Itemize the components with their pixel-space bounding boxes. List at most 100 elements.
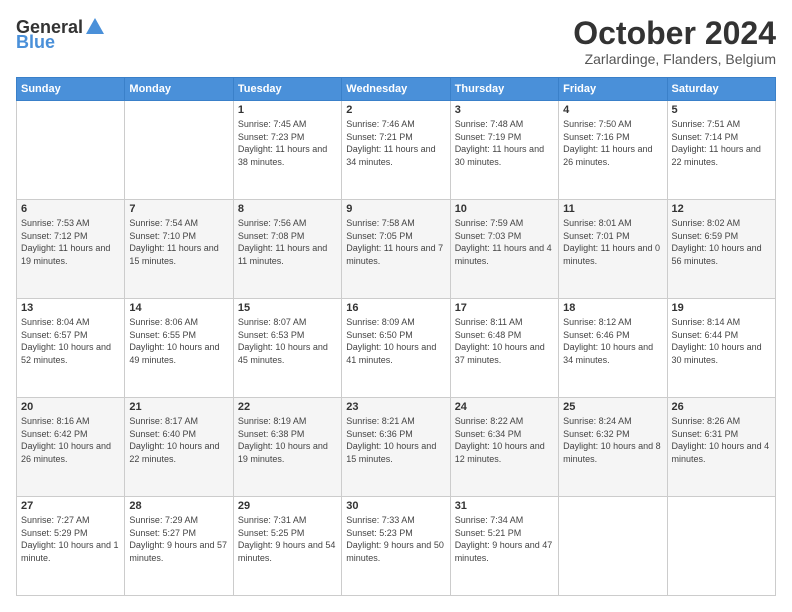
day-info: Sunrise: 8:06 AM Sunset: 6:55 PM Dayligh… xyxy=(129,316,228,366)
calendar-week-row: 13Sunrise: 8:04 AM Sunset: 6:57 PM Dayli… xyxy=(17,299,776,398)
day-number: 11 xyxy=(563,203,662,215)
table-row: 7Sunrise: 7:54 AM Sunset: 7:10 PM Daylig… xyxy=(125,200,233,299)
calendar-header-row: Sunday Monday Tuesday Wednesday Thursday… xyxy=(17,78,776,101)
table-row: 17Sunrise: 8:11 AM Sunset: 6:48 PM Dayli… xyxy=(450,299,558,398)
day-info: Sunrise: 8:02 AM Sunset: 6:59 PM Dayligh… xyxy=(672,217,771,267)
col-monday: Monday xyxy=(125,78,233,101)
day-info: Sunrise: 8:07 AM Sunset: 6:53 PM Dayligh… xyxy=(238,316,337,366)
day-info: Sunrise: 7:33 AM Sunset: 5:23 PM Dayligh… xyxy=(346,514,445,564)
day-number: 31 xyxy=(455,500,554,512)
day-info: Sunrise: 7:46 AM Sunset: 7:21 PM Dayligh… xyxy=(346,118,445,168)
table-row: 31Sunrise: 7:34 AM Sunset: 5:21 PM Dayli… xyxy=(450,497,558,596)
day-info: Sunrise: 8:11 AM Sunset: 6:48 PM Dayligh… xyxy=(455,316,554,366)
page: General Blue October 2024 Zarlardinge, F… xyxy=(0,0,792,612)
month-title: October 2024 xyxy=(573,16,776,51)
col-wednesday: Wednesday xyxy=(342,78,450,101)
table-row: 2 Sunrise: 7:46 AM Sunset: 7:21 PM Daylig… xyxy=(342,101,450,200)
day-number: 16 xyxy=(346,302,445,314)
table-row xyxy=(667,497,775,596)
day-info: Sunrise: 8:12 AM Sunset: 6:46 PM Dayligh… xyxy=(563,316,662,366)
calendar-week-row: 1 Sunrise: 7:45 AM Sunset: 7:23 PM Daylig… xyxy=(17,101,776,200)
col-sunday: Sunday xyxy=(17,78,125,101)
table-row xyxy=(559,497,667,596)
day-info: Sunrise: 8:04 AM Sunset: 6:57 PM Dayligh… xyxy=(21,316,120,366)
day-number: 10 xyxy=(455,203,554,215)
day-info: Sunrise: 7:31 AM Sunset: 5:25 PM Dayligh… xyxy=(238,514,337,564)
table-row: 6Sunrise: 7:53 AM Sunset: 7:12 PM Daylig… xyxy=(17,200,125,299)
logo: General Blue xyxy=(16,16,106,53)
day-number: 27 xyxy=(21,500,120,512)
day-info: Sunrise: 7:51 AM Sunset: 7:14 PM Dayligh… xyxy=(672,118,771,168)
day-info: Sunrise: 7:59 AM Sunset: 7:03 PM Dayligh… xyxy=(455,217,554,267)
table-row: 11 Sunrise: 8:01 AM Sunset: 7:01 PM Dayli… xyxy=(559,200,667,299)
day-info: Sunrise: 7:48 AM Sunset: 7:19 PM Dayligh… xyxy=(455,118,554,168)
table-row: 15Sunrise: 8:07 AM Sunset: 6:53 PM Dayli… xyxy=(233,299,341,398)
day-info: Sunrise: 8:26 AM Sunset: 6:31 PM Dayligh… xyxy=(672,415,771,465)
day-number: 28 xyxy=(129,500,228,512)
day-number: 12 xyxy=(672,203,771,215)
day-info: Sunrise: 8:24 AM Sunset: 6:32 PM Dayligh… xyxy=(563,415,662,465)
day-info: Sunrise: 7:45 AM Sunset: 7:23 PM Dayligh… xyxy=(238,118,337,168)
logo-blue: Blue xyxy=(16,32,55,53)
table-row: 4 Sunrise: 7:50 AM Sunset: 7:16 PM Daylig… xyxy=(559,101,667,200)
logo-icon xyxy=(84,16,106,38)
col-thursday: Thursday xyxy=(450,78,558,101)
table-row: 16Sunrise: 8:09 AM Sunset: 6:50 PM Dayli… xyxy=(342,299,450,398)
day-number: 1 xyxy=(238,104,337,116)
day-info: Sunrise: 8:14 AM Sunset: 6:44 PM Dayligh… xyxy=(672,316,771,366)
day-info: Sunrise: 7:50 AM Sunset: 7:16 PM Dayligh… xyxy=(563,118,662,168)
table-row: 9Sunrise: 7:58 AM Sunset: 7:05 PM Daylig… xyxy=(342,200,450,299)
day-info: Sunrise: 8:19 AM Sunset: 6:38 PM Dayligh… xyxy=(238,415,337,465)
day-number: 26 xyxy=(672,401,771,413)
day-number: 23 xyxy=(346,401,445,413)
table-row: 5Sunrise: 7:51 AM Sunset: 7:14 PM Daylig… xyxy=(667,101,775,200)
calendar-week-row: 20Sunrise: 8:16 AM Sunset: 6:42 PM Dayli… xyxy=(17,398,776,497)
table-row: 12 Sunrise: 8:02 AM Sunset: 6:59 PM Dayli… xyxy=(667,200,775,299)
day-info: Sunrise: 8:21 AM Sunset: 6:36 PM Dayligh… xyxy=(346,415,445,465)
table-row: 26 Sunrise: 8:26 AM Sunset: 6:31 PM Dayli… xyxy=(667,398,775,497)
table-row: 28 Sunrise: 7:29 AM Sunset: 5:27 PM Dayli… xyxy=(125,497,233,596)
table-row: 1 Sunrise: 7:45 AM Sunset: 7:23 PM Daylig… xyxy=(233,101,341,200)
day-number: 21 xyxy=(129,401,228,413)
table-row: 21 Sunrise: 8:17 AM Sunset: 6:40 PM Dayli… xyxy=(125,398,233,497)
table-row: 13Sunrise: 8:04 AM Sunset: 6:57 PM Dayli… xyxy=(17,299,125,398)
day-number: 22 xyxy=(238,401,337,413)
day-info: Sunrise: 7:29 AM Sunset: 5:27 PM Dayligh… xyxy=(129,514,228,564)
calendar-table: Sunday Monday Tuesday Wednesday Thursday… xyxy=(16,77,776,596)
day-number: 19 xyxy=(672,302,771,314)
table-row: 24Sunrise: 8:22 AM Sunset: 6:34 PM Dayli… xyxy=(450,398,558,497)
calendar-week-row: 27 Sunrise: 7:27 AM Sunset: 5:29 PM Dayli… xyxy=(17,497,776,596)
header: General Blue October 2024 Zarlardinge, F… xyxy=(16,16,776,67)
day-info: Sunrise: 7:27 AM Sunset: 5:29 PM Dayligh… xyxy=(21,514,120,564)
day-info: Sunrise: 8:01 AM Sunset: 7:01 PM Dayligh… xyxy=(563,217,662,267)
table-row: 27 Sunrise: 7:27 AM Sunset: 5:29 PM Dayli… xyxy=(17,497,125,596)
day-number: 24 xyxy=(455,401,554,413)
table-row: 30 Sunrise: 7:33 AM Sunset: 5:23 PM Dayli… xyxy=(342,497,450,596)
table-row: 19 Sunrise: 8:14 AM Sunset: 6:44 PM Dayli… xyxy=(667,299,775,398)
col-saturday: Saturday xyxy=(667,78,775,101)
table-row: 25 Sunrise: 8:24 AM Sunset: 6:32 PM Dayli… xyxy=(559,398,667,497)
day-number: 18 xyxy=(563,302,662,314)
table-row xyxy=(17,101,125,200)
day-info: Sunrise: 7:54 AM Sunset: 7:10 PM Dayligh… xyxy=(129,217,228,267)
table-row: 3 Sunrise: 7:48 AM Sunset: 7:19 PM Daylig… xyxy=(450,101,558,200)
day-number: 3 xyxy=(455,104,554,116)
table-row: 22 Sunrise: 8:19 AM Sunset: 6:38 PM Dayli… xyxy=(233,398,341,497)
table-row: 14Sunrise: 8:06 AM Sunset: 6:55 PM Dayli… xyxy=(125,299,233,398)
table-row: 8Sunrise: 7:56 AM Sunset: 7:08 PM Daylig… xyxy=(233,200,341,299)
day-number: 30 xyxy=(346,500,445,512)
header-right: October 2024 Zarlardinge, Flanders, Belg… xyxy=(573,16,776,67)
location: Zarlardinge, Flanders, Belgium xyxy=(573,51,776,67)
calendar-week-row: 6Sunrise: 7:53 AM Sunset: 7:12 PM Daylig… xyxy=(17,200,776,299)
day-number: 4 xyxy=(563,104,662,116)
table-row: 18 Sunrise: 8:12 AM Sunset: 6:46 PM Dayli… xyxy=(559,299,667,398)
table-row: 10 Sunrise: 7:59 AM Sunset: 7:03 PM Dayli… xyxy=(450,200,558,299)
table-row: 20Sunrise: 8:16 AM Sunset: 6:42 PM Dayli… xyxy=(17,398,125,497)
day-number: 2 xyxy=(346,104,445,116)
day-number: 29 xyxy=(238,500,337,512)
day-number: 6 xyxy=(21,203,120,215)
day-info: Sunrise: 7:58 AM Sunset: 7:05 PM Dayligh… xyxy=(346,217,445,267)
day-number: 8 xyxy=(238,203,337,215)
day-number: 25 xyxy=(563,401,662,413)
day-info: Sunrise: 8:17 AM Sunset: 6:40 PM Dayligh… xyxy=(129,415,228,465)
